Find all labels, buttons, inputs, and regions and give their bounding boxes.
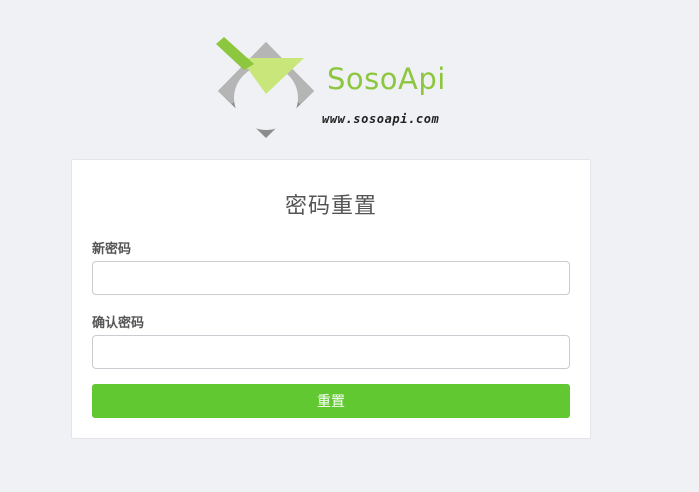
new-password-label: 新密码 [92, 242, 132, 257]
reset-button[interactable]: 重置 [92, 384, 570, 418]
logo: SosoApi www.sosoapi.com [214, 34, 454, 140]
sosoapi-logo-icon [216, 37, 314, 138]
form-title: 密码重置 [284, 194, 377, 219]
reset-password-page: SosoApi www.sosoapi.com 密码重置 新密码 确认密码 重置 [0, 0, 699, 492]
logo-url: www.sosoapi.com [322, 112, 440, 126]
confirm-password-label: 确认密码 [92, 316, 145, 331]
new-password-input[interactable] [92, 261, 570, 295]
confirm-password-input[interactable] [92, 335, 570, 369]
reset-form-card: 密码重置 新密码 确认密码 重置 [71, 159, 591, 439]
logo-name: SosoApi [327, 62, 446, 96]
